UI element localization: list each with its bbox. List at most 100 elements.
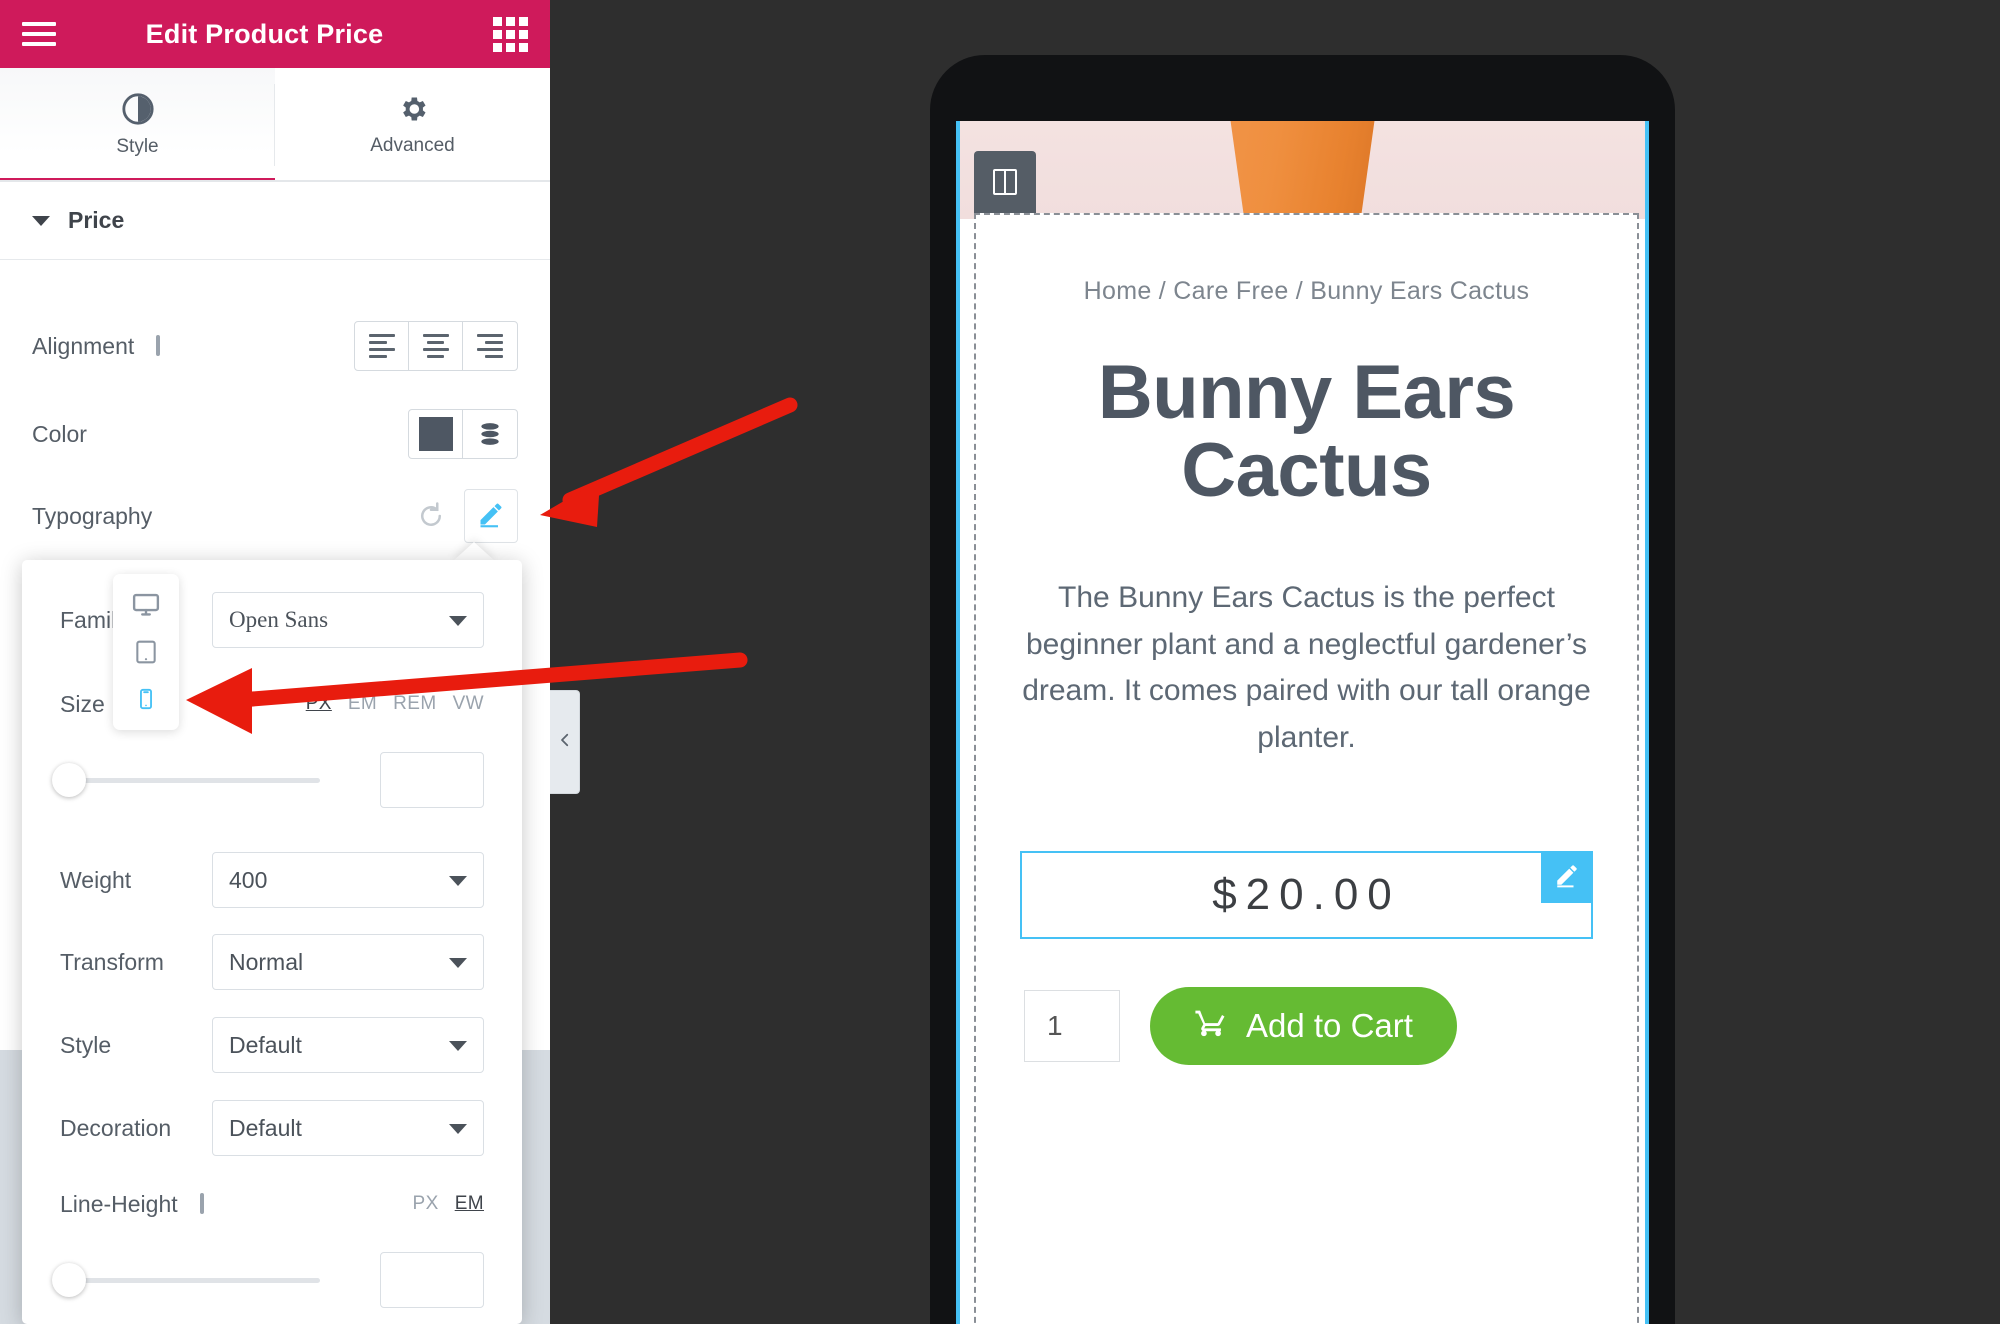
add-to-cart-label: Add to Cart xyxy=(1246,1007,1413,1045)
alignment-button-group xyxy=(354,321,518,371)
tablet-icon[interactable] xyxy=(133,630,159,674)
pencil-icon xyxy=(477,500,505,533)
chevron-down-icon xyxy=(449,958,467,968)
align-center-button[interactable] xyxy=(409,322,463,370)
column-handle-icon[interactable] xyxy=(974,151,1036,213)
preview-viewport: Home / Care Free / Bunny Ears Cactus Bun… xyxy=(956,121,1649,1324)
chevron-down-icon xyxy=(449,876,467,886)
mobile-icon[interactable] xyxy=(135,677,157,721)
line-height-slider-track xyxy=(72,1278,320,1283)
section-title: Price xyxy=(68,207,125,233)
typography-label: Typography xyxy=(32,502,153,529)
tab-style-label: Style xyxy=(116,136,159,157)
section-header-price[interactable]: Price xyxy=(0,182,550,260)
add-to-cart-button[interactable]: Add to Cart xyxy=(1150,987,1457,1066)
color-control-group xyxy=(408,409,518,459)
weight-select[interactable]: 400 xyxy=(212,852,484,908)
size-slider-track xyxy=(72,778,320,783)
transform-value: Normal xyxy=(229,948,304,975)
product-title: Bunny Ears Cactus xyxy=(1097,350,1516,513)
size-unit-group: PX EM REM VW xyxy=(306,693,484,715)
line-height-slider-thumb[interactable] xyxy=(52,1263,86,1297)
size-unit-em[interactable]: EM xyxy=(348,693,377,715)
popover-row-size: Size PX EM REM VW xyxy=(22,680,522,728)
size-unit-vw[interactable]: VW xyxy=(453,693,484,715)
device-switcher xyxy=(113,574,179,730)
control-alignment: Alignment xyxy=(0,310,550,382)
size-slider[interactable] xyxy=(52,763,320,797)
price-widget[interactable]: $20.00 xyxy=(1020,851,1593,940)
chevron-down-icon xyxy=(449,1124,467,1134)
desktop-icon[interactable] xyxy=(131,583,161,627)
grid-icon[interactable] xyxy=(493,16,528,52)
typography-popover: Family Open Sans Size PX EM REM VW Weigh… xyxy=(22,560,522,1324)
database-icon[interactable] xyxy=(463,410,517,458)
popover-row-style: Style Default xyxy=(22,1015,522,1075)
breadcrumb: Home / Care Free / Bunny Ears Cactus xyxy=(1083,277,1530,305)
popover-arrow xyxy=(452,542,496,562)
caret-down-icon xyxy=(32,215,50,226)
chevron-down-icon xyxy=(449,616,467,626)
product-description: The Bunny Ears Cactus is the perfect beg… xyxy=(1022,581,1591,754)
size-slider-row xyxy=(22,750,522,810)
tab-advanced[interactable]: Advanced xyxy=(275,68,550,182)
popover-row-weight: Weight 400 xyxy=(22,850,522,910)
style-label: Style xyxy=(60,1031,112,1058)
line-height-label: Line-Height xyxy=(60,1190,178,1217)
tab-style[interactable]: Style xyxy=(0,68,275,182)
contrast-icon xyxy=(121,92,155,126)
line-height-unit-px[interactable]: PX xyxy=(413,1193,439,1215)
selected-column[interactable]: Home / Care Free / Bunny Ears Cactus Bun… xyxy=(974,151,1639,1324)
color-label: Color xyxy=(32,420,87,447)
orange-planter-image xyxy=(1228,121,1377,219)
shopping-cart-icon xyxy=(1194,1005,1228,1047)
mobile-icon[interactable] xyxy=(199,1193,204,1214)
line-height-unit-group: PX EM xyxy=(413,1193,484,1215)
chevron-left-icon xyxy=(556,729,574,756)
line-height-slider[interactable] xyxy=(52,1263,320,1297)
popover-row-transform: Transform Normal xyxy=(22,932,522,992)
align-right-button[interactable] xyxy=(463,322,517,370)
chevron-down-icon xyxy=(449,1041,467,1051)
size-label: Size xyxy=(60,690,105,717)
tab-advanced-label: Advanced xyxy=(370,135,455,156)
family-value: Open Sans xyxy=(229,607,329,632)
decoration-label: Decoration xyxy=(60,1114,172,1141)
family-select[interactable]: Open Sans xyxy=(212,592,484,648)
panel-header: Edit Product Price xyxy=(0,0,550,68)
control-color: Color xyxy=(0,398,550,470)
color-swatch[interactable] xyxy=(409,410,463,458)
product-hero-image xyxy=(960,121,1645,219)
line-height-unit-em[interactable]: EM xyxy=(455,1193,484,1215)
size-input[interactable] xyxy=(380,752,484,808)
panel-collapse-handle[interactable] xyxy=(550,690,580,794)
line-height-slider-row xyxy=(22,1250,522,1310)
gear-icon xyxy=(397,93,429,125)
pencil-icon xyxy=(1554,862,1580,893)
size-unit-rem[interactable]: REM xyxy=(393,693,436,715)
decoration-value: Default xyxy=(229,1114,302,1141)
price-edit-button[interactable] xyxy=(1541,851,1593,904)
add-to-cart-row: 1 Add to Cart xyxy=(1024,987,1637,1066)
screenshot-root: Edit Product Price Style Advanced Price … xyxy=(0,0,2000,1324)
line-height-input[interactable] xyxy=(380,1252,484,1308)
typography-edit-button[interactable] xyxy=(464,489,518,543)
decoration-select[interactable]: Default xyxy=(212,1100,484,1156)
panel-tabs: Style Advanced xyxy=(0,68,550,182)
style-value: Default xyxy=(229,1031,302,1058)
align-left-button[interactable] xyxy=(355,322,409,370)
transform-label: Transform xyxy=(60,948,164,975)
alignment-label: Alignment xyxy=(32,332,135,359)
style-select[interactable]: Default xyxy=(212,1017,484,1073)
popover-row-family: Family Open Sans xyxy=(22,590,522,650)
transform-select[interactable]: Normal xyxy=(212,934,484,990)
arrow-to-typography-edit xyxy=(540,397,798,527)
quantity-input[interactable]: 1 xyxy=(1024,990,1120,1063)
mobile-preview-frame: Home / Care Free / Bunny Ears Cactus Bun… xyxy=(930,55,1675,1324)
mobile-icon[interactable] xyxy=(156,335,161,356)
page-title: Edit Product Price xyxy=(145,18,384,49)
size-slider-thumb[interactable] xyxy=(52,763,86,797)
size-unit-px[interactable]: PX xyxy=(306,693,332,715)
popover-row-decoration: Decoration Default xyxy=(22,1098,522,1158)
reset-icon[interactable] xyxy=(414,499,448,533)
